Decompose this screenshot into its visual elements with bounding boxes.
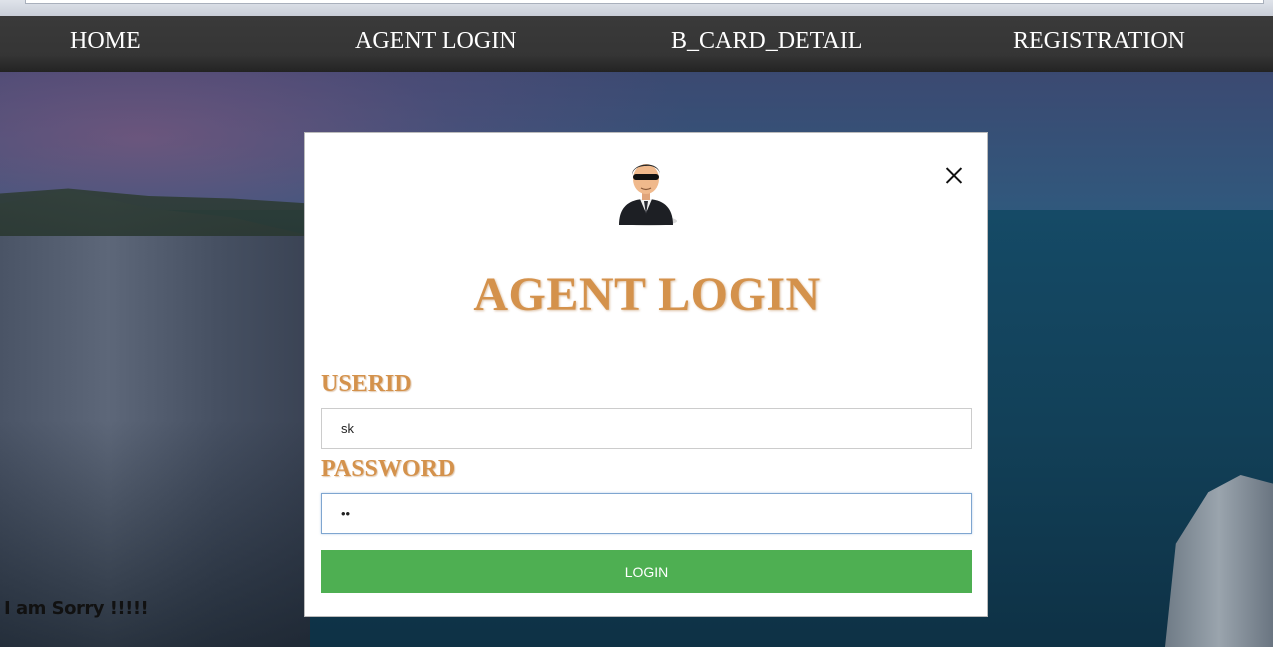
error-message: I am Sorry !!!!! [4,598,149,619]
userid-input[interactable] [321,408,972,449]
nav-item-b-card-detail[interactable]: B_CARD_DETAIL [671,28,862,55]
url-field[interactable] [25,0,1264,4]
browser-address-bar [0,0,1273,16]
close-icon[interactable] [942,164,966,188]
modal-title: AGENT LOGIN [473,268,821,321]
top-navbar: HOME AGENT LOGIN B_CARD_DETAIL REGISTRAT… [0,16,1273,72]
agent-avatar-icon [619,164,677,226]
userid-label: USERID [321,371,412,397]
password-input[interactable] [321,493,972,534]
nav-item-registration[interactable]: REGISTRATION [1013,28,1185,55]
nav-item-agent-login[interactable]: AGENT LOGIN [355,28,517,55]
login-button[interactable]: LOGIN [321,550,972,593]
agent-login-modal: AGENT LOGIN USERID PASSWORD LOGIN [304,132,988,617]
nav-item-home[interactable]: HOME [70,28,141,55]
password-label: PASSWORD [321,456,456,482]
